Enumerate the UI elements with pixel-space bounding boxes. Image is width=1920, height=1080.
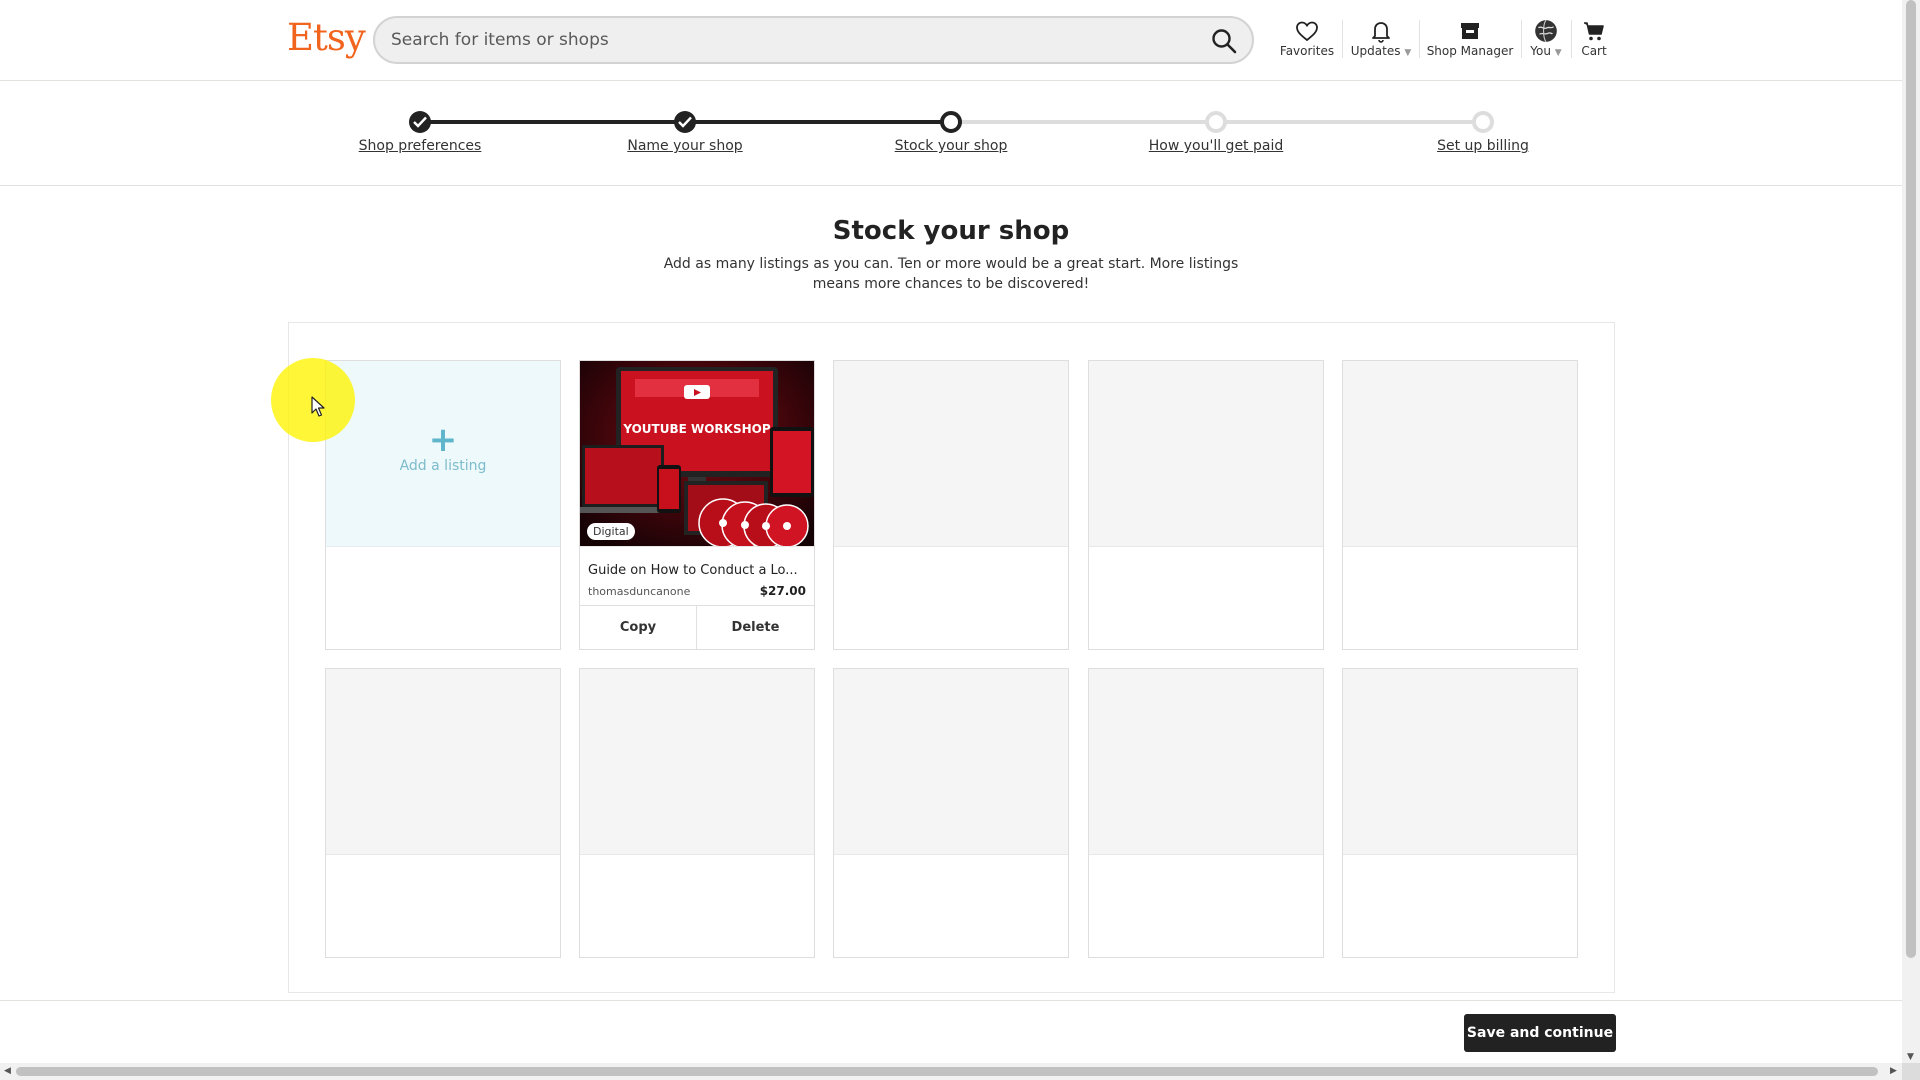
- heart-icon: [1296, 21, 1318, 42]
- nav-shop-manager-label: Shop Manager: [1426, 44, 1514, 58]
- step-shop-preferences[interactable]: Shop preferences: [359, 138, 482, 154]
- empty-listing-slot: [325, 668, 561, 958]
- add-listing-tile[interactable]: + Add a listing: [326, 361, 560, 547]
- check-icon: [678, 116, 692, 128]
- scroll-right-arrow-icon[interactable]: ▶: [1890, 1066, 1897, 1076]
- step-complete-marker: [409, 111, 431, 133]
- empty-listing-slot: [833, 360, 1069, 650]
- vertical-scrollbar-thumb[interactable]: [1906, 0, 1916, 958]
- horizontal-scrollbar-thumb[interactable]: [16, 1067, 1878, 1076]
- nav-favorites[interactable]: Favorites: [1279, 18, 1335, 66]
- cart-icon: [1584, 22, 1604, 41]
- listing-image-text: YOUTUBE WORKSHOP: [622, 422, 771, 436]
- empty-slot-placeholder: [326, 669, 560, 855]
- chevron-down-icon: ▼: [1554, 48, 1562, 58]
- scrollbar-corner: [1902, 1063, 1920, 1080]
- empty-listing-slot: [1088, 668, 1324, 958]
- empty-listing-slot: [1342, 668, 1578, 958]
- empty-slot-placeholder: [1343, 361, 1577, 547]
- copy-listing-button[interactable]: Copy: [580, 606, 697, 650]
- listings-panel: + Add a listing YOUTUBE WORKSHOP Digital…: [288, 322, 1615, 993]
- search-icon: [1212, 29, 1237, 54]
- empty-listing-slot: [1088, 360, 1324, 650]
- nav-updates[interactable]: Updates ▼: [1348, 18, 1414, 66]
- save-and-continue-button[interactable]: Save and continue: [1464, 1014, 1616, 1052]
- nav-divider: [1521, 20, 1522, 58]
- step-stock-your-shop[interactable]: Stock your shop: [895, 138, 1008, 154]
- nav-divider: [1342, 20, 1343, 58]
- check-icon: [413, 116, 427, 128]
- listing-price: $27.00: [759, 584, 806, 598]
- search-input[interactable]: [391, 18, 1171, 62]
- nav-updates-label: Updates: [1350, 44, 1401, 58]
- plus-icon: +: [428, 420, 458, 460]
- etsy-logo[interactable]: Etsy: [287, 16, 366, 59]
- nav-divider: [1419, 20, 1420, 58]
- site-header: Etsy Favorites Updates ▼ Shop: [0, 0, 1902, 81]
- listing-shop-name: thomasduncanone: [588, 585, 691, 598]
- listing-product-image: YOUTUBE WORKSHOP: [580, 361, 814, 546]
- add-listing-card[interactable]: + Add a listing: [325, 360, 561, 650]
- nav-divider: [1571, 20, 1572, 58]
- step-pending-marker: [1205, 111, 1227, 133]
- nav-favorites-label: Favorites: [1279, 44, 1335, 58]
- listing-title[interactable]: Guide on How to Conduct a Lo...: [588, 563, 808, 578]
- step-name-your-shop[interactable]: Name your shop: [627, 138, 742, 154]
- shop-icon: [1461, 23, 1479, 39]
- nav-shop-manager[interactable]: Shop Manager: [1424, 18, 1516, 66]
- step-current-marker: [940, 111, 962, 133]
- listing-actions: Copy Delete: [580, 605, 814, 650]
- step-complete-marker: [674, 111, 696, 133]
- nav-cart[interactable]: Cart: [1576, 18, 1612, 66]
- empty-slot-placeholder: [1343, 669, 1577, 855]
- empty-listing-slot: [833, 668, 1069, 958]
- empty-slot-placeholder: [1089, 361, 1323, 547]
- page-title: Stock your shop: [832, 216, 1070, 246]
- search-bar: [373, 16, 1254, 64]
- empty-slot-placeholder: [834, 361, 1068, 547]
- digital-badge: Digital: [587, 523, 635, 540]
- scroll-left-arrow-icon[interactable]: ◀: [4, 1066, 11, 1076]
- horizontal-scrollbar[interactable]: ◀ ▶: [0, 1063, 1902, 1080]
- delete-listing-button[interactable]: Delete: [697, 606, 814, 650]
- step-set-up-billing[interactable]: Set up billing: [1437, 138, 1529, 154]
- nav-cart-label: Cart: [1581, 44, 1607, 58]
- search-button[interactable]: [1210, 27, 1238, 55]
- chevron-down-icon: ▼: [1404, 48, 1412, 58]
- step-pending-marker: [1472, 111, 1494, 133]
- listing-thumbnail[interactable]: YOUTUBE WORKSHOP Digital: [580, 361, 814, 547]
- empty-slot-placeholder: [1089, 669, 1323, 855]
- empty-listing-slot: [1342, 360, 1578, 650]
- empty-listing-slot: [579, 668, 815, 958]
- step-how-youll-get-paid[interactable]: How you'll get paid: [1149, 138, 1283, 154]
- sticky-footer: Save and continue: [0, 1000, 1902, 1065]
- nav-you[interactable]: You ▼: [1526, 18, 1566, 66]
- page-subtitle: Add as many listings as you can. Ten or …: [663, 256, 1239, 292]
- scroll-down-arrow-icon[interactable]: ▼: [1907, 1052, 1914, 1062]
- empty-slot-placeholder: [580, 669, 814, 855]
- add-listing-label: Add a listing: [399, 458, 487, 474]
- onboarding-progress-stepper: Shop preferences Name your shop Stock yo…: [0, 82, 1902, 186]
- vertical-scrollbar[interactable]: ▼: [1902, 0, 1920, 1068]
- bell-icon: [1372, 22, 1390, 43]
- listing-card[interactable]: YOUTUBE WORKSHOP Digital Guide on How to…: [579, 360, 815, 650]
- nav-you-label: You: [1530, 44, 1551, 58]
- avatar-globe-icon: [1535, 19, 1557, 43]
- empty-slot-placeholder: [834, 669, 1068, 855]
